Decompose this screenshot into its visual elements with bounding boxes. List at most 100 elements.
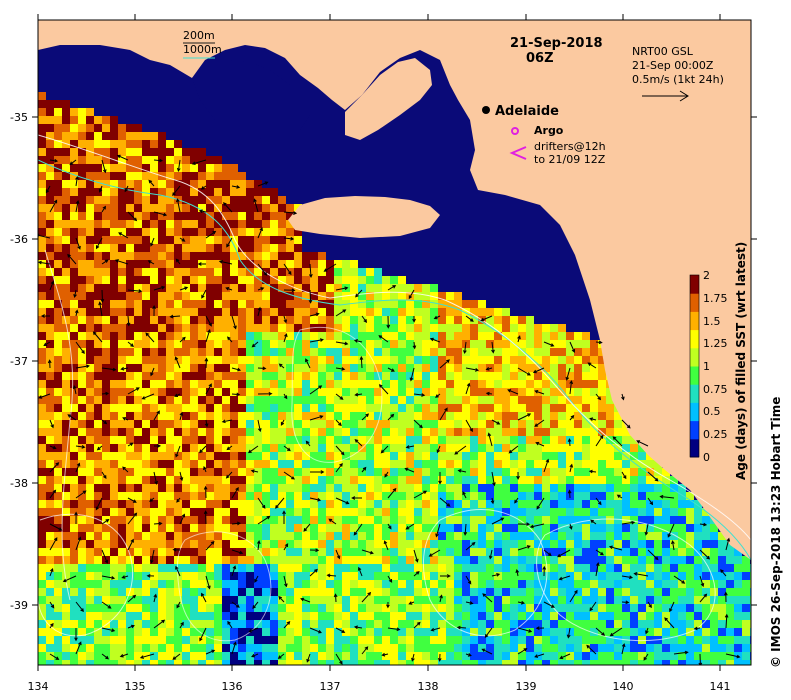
sst-cell — [214, 516, 222, 524]
colorbar-segment — [690, 347, 699, 367]
sst-cell — [294, 572, 302, 580]
sst-cell — [118, 628, 126, 636]
sst-cell — [38, 564, 46, 572]
sst-cell — [494, 524, 502, 532]
sst-cell — [718, 644, 726, 652]
sst-cell — [486, 564, 494, 572]
sst-cell — [166, 412, 174, 420]
sst-cell — [742, 604, 750, 612]
sst-cell — [278, 636, 286, 644]
sst-cell — [102, 332, 110, 340]
colorbar-segment — [690, 438, 699, 458]
sst-cell — [238, 188, 246, 196]
sst-cell — [494, 428, 502, 436]
sst-cell — [158, 340, 166, 348]
sst-cell — [214, 444, 222, 452]
sst-cell — [214, 572, 222, 580]
sst-cell — [198, 404, 206, 412]
sst-cell — [686, 572, 694, 580]
sst-cell — [534, 404, 542, 412]
sst-cell — [558, 484, 566, 492]
sst-cell — [94, 644, 102, 652]
sst-cell — [470, 396, 478, 404]
sst-cell — [70, 588, 78, 596]
sst-cell — [462, 588, 470, 596]
sst-cell — [470, 444, 478, 452]
sst-cell — [46, 308, 54, 316]
sst-cell — [62, 596, 70, 604]
sst-cell — [510, 420, 518, 428]
sst-cell — [366, 660, 374, 665]
sst-cell — [230, 588, 238, 596]
sst-cell — [318, 452, 326, 460]
sst-cell — [150, 276, 158, 284]
sst-cell — [590, 532, 598, 540]
sst-cell — [518, 468, 526, 476]
sst-cell — [126, 348, 134, 356]
sst-cell — [174, 524, 182, 532]
sst-cell — [166, 252, 174, 260]
sst-cell — [438, 628, 446, 636]
sst-cell — [382, 356, 390, 364]
sst-cell — [246, 188, 254, 196]
sst-cell — [582, 596, 590, 604]
sst-cell — [550, 436, 558, 444]
sst-cell — [574, 356, 582, 364]
sst-cell — [526, 340, 534, 348]
sst-cell — [222, 508, 230, 516]
sst-cell — [422, 404, 430, 412]
sst-cell — [182, 148, 190, 156]
sst-cell — [134, 476, 142, 484]
current-legend-scale: 0.5m/s (1kt 24h) — [632, 73, 724, 86]
sst-cell — [78, 396, 86, 404]
sst-cell — [318, 652, 326, 660]
sst-cell — [654, 644, 662, 652]
sst-cell — [606, 484, 614, 492]
sst-cell — [366, 364, 374, 372]
sst-cell — [598, 652, 606, 660]
sst-cell — [270, 340, 278, 348]
sst-cell — [174, 460, 182, 468]
sst-cell — [326, 476, 334, 484]
sst-cell — [134, 468, 142, 476]
sst-cell — [150, 604, 158, 612]
sst-cell — [502, 620, 510, 628]
sst-cell — [606, 524, 614, 532]
sst-cell — [422, 324, 430, 332]
sst-cell — [342, 388, 350, 396]
sst-cell — [294, 644, 302, 652]
sst-cell — [414, 524, 422, 532]
sst-cell — [182, 628, 190, 636]
sst-cell — [374, 308, 382, 316]
sst-cell — [526, 500, 534, 508]
sst-cell — [214, 524, 222, 532]
sst-cell — [246, 484, 254, 492]
sst-cell — [118, 388, 126, 396]
sst-cell — [110, 388, 118, 396]
sst-cell — [326, 508, 334, 516]
sst-cell — [406, 308, 414, 316]
sst-cell — [550, 324, 558, 332]
sst-cell — [446, 596, 454, 604]
sst-cell — [374, 620, 382, 628]
sst-cell — [742, 596, 750, 604]
sst-cell — [286, 508, 294, 516]
sst-cell — [150, 428, 158, 436]
sst-cell — [270, 268, 278, 276]
sst-cell — [502, 356, 510, 364]
sst-cell — [374, 572, 382, 580]
sst-cell — [438, 644, 446, 652]
sst-cell — [438, 652, 446, 660]
sst-cell — [582, 396, 590, 404]
sst-cell — [486, 660, 494, 665]
sst-cell — [94, 380, 102, 388]
sst-cell — [526, 396, 534, 404]
sst-cell — [254, 588, 262, 596]
sst-cell — [254, 460, 262, 468]
sst-cell — [662, 500, 670, 508]
sst-cell — [302, 564, 310, 572]
sst-cell — [350, 660, 358, 665]
sst-cell — [214, 596, 222, 604]
sst-cell — [550, 428, 558, 436]
sst-cell — [198, 396, 206, 404]
